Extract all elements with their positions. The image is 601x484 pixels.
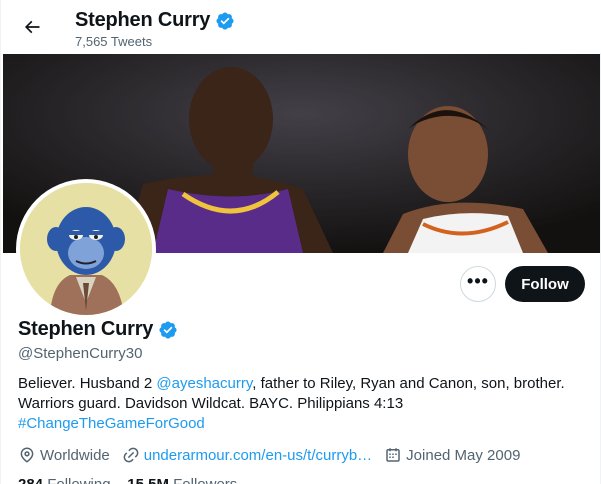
back-button[interactable] [15,10,49,44]
location-text: Worldwide [40,446,110,464]
location: Worldwide [18,446,110,464]
ape-avatar-icon [20,183,152,315]
followers-label: Followers [173,476,237,484]
joined-date: Joined May 2009 [384,446,520,464]
user-handle: @StephenCurry30 [18,345,143,362]
avatar[interactable] [16,179,156,319]
bio-text: Believer. Husband 2 [18,375,157,392]
top-bar: Stephen Curry 7,565 Tweets [1,0,601,53]
hashtag-link[interactable]: #ChangeTheGameForGood [18,415,205,432]
more-options-button[interactable]: ••• [460,266,496,302]
following-link[interactable]: 284 Following [18,476,111,484]
avatar-image [20,183,152,315]
verified-badge-icon [158,320,178,340]
header-name: Stephen Curry [75,9,211,31]
following-label: Following [47,476,110,484]
joined-text: Joined May 2009 [406,446,521,464]
profile-name: Stephen Curry [18,318,178,341]
followers-count: 15.5M [127,476,169,484]
mention-link[interactable]: @ayeshacurry [156,375,252,392]
followers-link[interactable]: 15.5M Followers [127,476,237,484]
following-count: 284 [18,476,43,484]
follow-stats: 284 Following 15.5M Followers [18,476,237,484]
website: underarmour.com/en-us/t/curryb… [122,446,372,464]
arrow-left-icon [24,20,40,34]
more-options-icon: ••• [467,271,489,291]
profile-page: Stephen Curry 7,565 Tweets ••• Follow St… [0,0,601,484]
verified-badge-icon [215,11,235,31]
location-pin-icon [20,447,34,463]
calendar-icon [386,448,400,462]
bio: Believer. Husband 2 @ayeshacurry, father… [18,374,588,434]
header-title: Stephen Curry [75,9,235,32]
tweet-count: 7,565 Tweets [75,34,153,49]
link-icon [123,447,139,463]
display-name: Stephen Curry [18,318,154,340]
website-link[interactable]: underarmour.com/en-us/t/curryb… [144,447,372,464]
profile-meta: Worldwide underarmour.com/en-us/t/curryb… [18,446,532,464]
follow-button[interactable]: Follow [505,266,585,302]
